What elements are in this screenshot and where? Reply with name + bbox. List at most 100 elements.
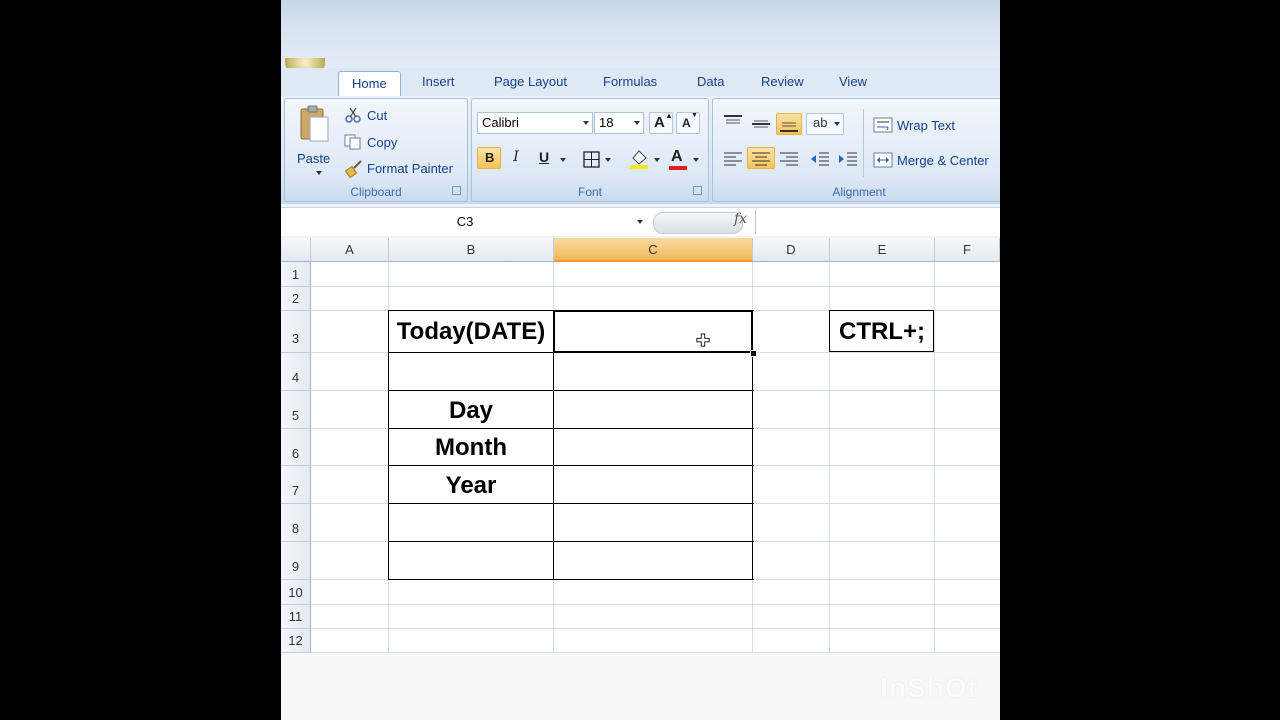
fill-color-dropdown-icon[interactable]: [654, 158, 660, 162]
formula-bar-handle[interactable]: [653, 212, 743, 234]
row-header-9[interactable]: 9: [281, 542, 311, 580]
wrap-text-icon: [873, 117, 893, 133]
title-bar: [281, 0, 1000, 68]
copy-icon: [344, 134, 361, 150]
underline-button[interactable]: U: [534, 149, 554, 169]
row-header-1[interactable]: 1: [281, 262, 311, 287]
clipboard-group-label: Clipboard: [350, 185, 402, 199]
orientation-icon[interactable]: ab: [806, 113, 844, 135]
gridline: [311, 604, 1000, 605]
select-all-corner[interactable]: [281, 238, 311, 262]
name-box-dropdown-icon[interactable]: [637, 220, 643, 224]
table-border: [388, 503, 754, 504]
table-border: [388, 579, 754, 580]
column-header-e[interactable]: E: [830, 238, 935, 262]
paste-label: Paste: [297, 151, 331, 166]
tab-home[interactable]: Home: [338, 71, 401, 98]
row-header-2[interactable]: 2: [281, 287, 311, 311]
fx-icon[interactable]: fx: [734, 211, 747, 227]
clipboard-group: Paste Cut Copy Format Painter Clipboard: [284, 98, 468, 202]
cell-b6[interactable]: Month: [389, 434, 553, 462]
copy-button[interactable]: Copy: [367, 135, 397, 150]
column-header-c[interactable]: C: [554, 238, 753, 262]
align-right-icon[interactable]: [779, 151, 799, 167]
decrease-indent-icon[interactable]: [810, 151, 830, 167]
formula-input[interactable]: [755, 210, 1000, 234]
cell-b3[interactable]: Today(DATE): [389, 318, 553, 346]
tab-formulas[interactable]: Formulas: [603, 74, 657, 89]
formula-bar: C3 fx: [281, 207, 1000, 236]
table-border: [388, 465, 754, 466]
tab-data[interactable]: Data: [697, 74, 724, 89]
shrink-font-icon[interactable]: A ▼: [676, 112, 700, 134]
font-launcher-icon[interactable]: [693, 186, 702, 195]
gridline: [311, 286, 1000, 287]
bold-button[interactable]: B: [477, 147, 501, 169]
row-header-5[interactable]: 5: [281, 391, 311, 429]
row-header-6[interactable]: 6: [281, 429, 311, 466]
align-center-icon[interactable]: [747, 147, 775, 169]
tab-insert[interactable]: Insert: [422, 74, 455, 89]
merge-center-icon: [873, 152, 893, 168]
font-group-label: Font: [577, 185, 602, 199]
cell-b7[interactable]: Year: [389, 472, 553, 500]
underline-dropdown-icon[interactable]: [560, 158, 566, 162]
align-bottom-icon[interactable]: [776, 113, 802, 135]
table-border: [388, 428, 754, 429]
row-header-10[interactable]: 10: [281, 580, 311, 605]
font-color-dropdown-icon[interactable]: [693, 158, 699, 162]
table-border: [388, 390, 754, 391]
row-header-12[interactable]: 12: [281, 629, 311, 653]
align-top-icon[interactable]: [723, 115, 743, 131]
merge-center-button[interactable]: Merge & Center: [897, 153, 989, 168]
clipboard-launcher-icon[interactable]: [452, 186, 461, 195]
font-name-dropdown-icon: [583, 121, 589, 125]
gridline: [934, 262, 935, 653]
cell-e3[interactable]: CTRL+;: [830, 318, 934, 346]
font-group: Calibri 18 A ▲ A ▼ B I U A Font: [471, 98, 709, 202]
active-cell-c3[interactable]: [553, 310, 753, 353]
align-middle-icon[interactable]: [751, 117, 771, 133]
borders-dropdown-icon[interactable]: [605, 158, 611, 162]
ribbon: Paste Cut Copy Format Painter Clipboard: [281, 96, 1000, 204]
font-name-select[interactable]: Calibri: [477, 112, 593, 134]
below-grid-area: InShOt: [281, 653, 1000, 720]
row-header-4[interactable]: 4: [281, 353, 311, 391]
alignment-separator: [863, 109, 864, 177]
paste-icon: [300, 105, 329, 142]
cell-b5[interactable]: Day: [389, 397, 553, 425]
bold-label: B: [485, 150, 495, 165]
paste-button[interactable]: Paste: [291, 103, 335, 177]
borders-icon[interactable]: [583, 151, 601, 169]
cell-cursor-icon: [696, 333, 710, 347]
grow-font-icon[interactable]: A ▲: [649, 111, 673, 134]
row-header-3[interactable]: 3: [281, 311, 311, 353]
alignment-group-label: Alignment: [832, 185, 886, 199]
fill-color-icon[interactable]: [628, 148, 650, 170]
fill-handle[interactable]: [750, 350, 757, 357]
gridline: [311, 628, 1000, 629]
spreadsheet-grid: A B C D E F 1 2 3 4 5 6 7 8 9 10 11 12 T…: [281, 238, 1000, 653]
row-header-8[interactable]: 8: [281, 504, 311, 542]
row-header-7[interactable]: 7: [281, 466, 311, 504]
column-header-d[interactable]: D: [753, 238, 830, 262]
italic-button[interactable]: I: [506, 149, 526, 169]
tab-view[interactable]: View: [839, 74, 867, 89]
tab-review[interactable]: Review: [761, 74, 804, 89]
column-header-b[interactable]: B: [389, 238, 554, 262]
paste-dropdown-icon: [316, 171, 322, 175]
ribbon-tabs: Home Insert Page Layout Formulas Data Re…: [281, 68, 1000, 98]
excel-window: Home Insert Page Layout Formulas Data Re…: [281, 0, 1000, 720]
align-left-icon[interactable]: [723, 151, 743, 167]
increase-indent-icon[interactable]: [838, 151, 858, 167]
format-painter-button[interactable]: Format Painter: [367, 161, 453, 176]
format-painter-icon: [345, 160, 362, 178]
tab-page-layout[interactable]: Page Layout: [494, 74, 567, 89]
font-color-icon[interactable]: A: [668, 147, 688, 171]
column-header-f[interactable]: F: [935, 238, 1000, 262]
cut-button[interactable]: Cut: [367, 108, 387, 123]
name-box[interactable]: C3: [281, 211, 649, 233]
row-header-11[interactable]: 11: [281, 605, 311, 629]
wrap-text-button[interactable]: Wrap Text: [897, 118, 955, 133]
column-header-a[interactable]: A: [311, 238, 389, 262]
